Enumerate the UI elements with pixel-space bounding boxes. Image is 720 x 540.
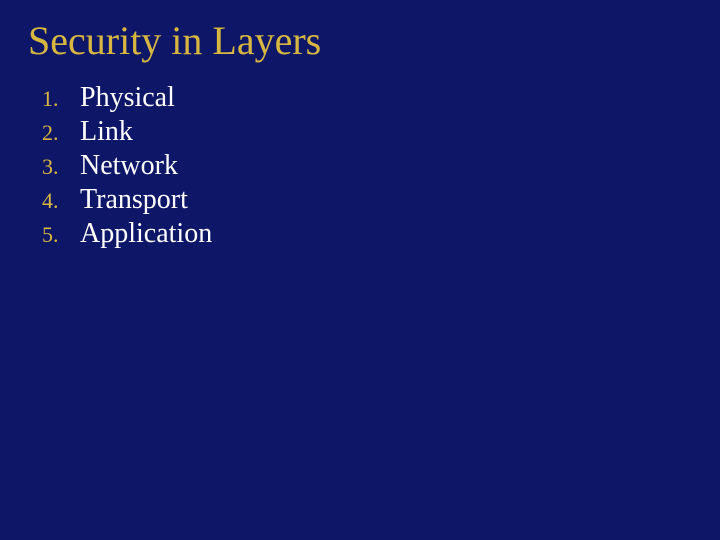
list-item-label: Physical bbox=[80, 82, 175, 114]
slide: Security in Layers 1. Physical 2. Link 3… bbox=[0, 0, 720, 540]
list-item-label: Transport bbox=[80, 184, 188, 216]
list-item: 2. Link bbox=[40, 116, 692, 148]
ordered-list: 1. Physical 2. Link 3. Network 4. Transp… bbox=[40, 82, 692, 250]
list-item: 5. Application bbox=[40, 218, 692, 250]
list-marker: 4. bbox=[40, 188, 80, 214]
list-item: 3. Network bbox=[40, 150, 692, 182]
list-marker: 5. bbox=[40, 222, 80, 248]
list-marker: 2. bbox=[40, 120, 80, 146]
list-marker: 1. bbox=[40, 86, 80, 112]
slide-title: Security in Layers bbox=[28, 18, 692, 64]
list-item: 1. Physical bbox=[40, 82, 692, 114]
list-item-label: Network bbox=[80, 150, 178, 182]
list-marker: 3. bbox=[40, 154, 80, 180]
list-item-label: Application bbox=[80, 218, 212, 250]
list-item: 4. Transport bbox=[40, 184, 692, 216]
list-item-label: Link bbox=[80, 116, 133, 148]
